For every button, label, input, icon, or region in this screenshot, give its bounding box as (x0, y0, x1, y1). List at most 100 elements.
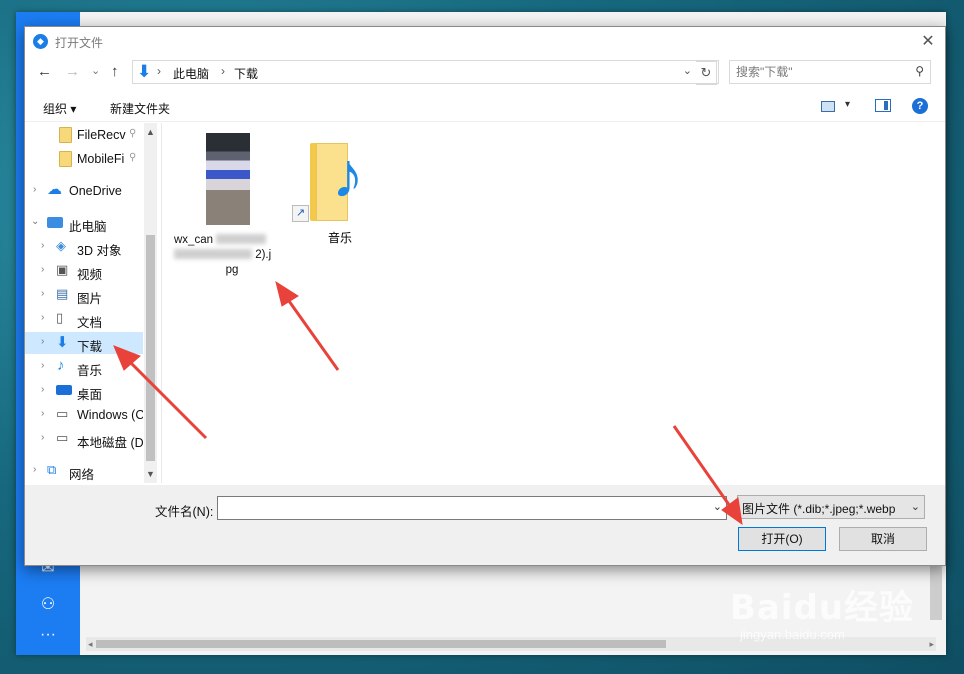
sidebar-item-pictures[interactable]: › ▤ 图片 (25, 284, 143, 306)
music-icon: ♪ (57, 357, 65, 374)
file-name-part: wx_can (174, 234, 213, 246)
breadcrumb-separator: › (157, 64, 161, 78)
sidebar-item-mobilefi[interactable]: MobileFi ⚲ (25, 148, 143, 170)
filename-field[interactable]: ⌄ (217, 496, 727, 520)
background-vertical-scrollbar[interactable] (930, 560, 942, 620)
open-file-dialog: ◆ 打开文件 ✕ ← → ⌄ ↑ ⬇ › 此电脑 › 下载 ⌄ ↻ ⚲ 组织 ▾… (24, 26, 946, 566)
document-icon: ▯ (56, 310, 64, 325)
search-box[interactable]: ⚲ (729, 60, 931, 84)
breadcrumb-separator: › (221, 64, 225, 78)
recent-locations-chevron-icon[interactable]: ⌄ (91, 64, 100, 77)
view-dropdown-icon[interactable]: ▾ (845, 99, 850, 110)
shortcut-arrow-icon: ↗ (292, 205, 309, 222)
search-input[interactable] (734, 63, 908, 81)
sidebar-item-this-pc[interactable]: ⌄ 此电脑 (25, 212, 143, 234)
chevron-down-icon[interactable]: ⌄ (911, 500, 920, 513)
sidebar-item-documents[interactable]: › ▯ 文档 (25, 308, 143, 330)
preview-pane-icon[interactable] (875, 99, 891, 112)
chevron-right-icon[interactable]: › (41, 312, 44, 323)
cancel-button[interactable]: 取消 (839, 527, 927, 551)
file-name: 音乐 (328, 231, 353, 245)
scrollbar-thumb[interactable] (96, 640, 666, 648)
chevron-down-icon[interactable]: ⌄ (713, 500, 722, 513)
watermark-text: Baidu经验 (730, 588, 915, 628)
desktop-icon (56, 385, 72, 395)
dialog-title: 打开文件 (55, 36, 104, 50)
sidebar-item-onedrive[interactable]: › ☁ OneDrive (25, 180, 143, 202)
chevron-down-icon[interactable]: ⌄ (31, 216, 39, 227)
filename-label: 文件名(N): (155, 505, 214, 519)
image-thumbnail (206, 133, 250, 225)
sidebar-item-3d-objects[interactable]: › ◈ 3D 对象 (25, 236, 143, 258)
share-icon[interactable]: ⚇ (38, 594, 58, 614)
scroll-down-icon[interactable]: ▼ (146, 469, 155, 479)
address-bar[interactable]: ⬇ › 此电脑 › 下载 ⌄ (132, 60, 719, 84)
title-bar: ◆ 打开文件 ✕ (25, 27, 945, 57)
download-icon: ⬇ (137, 62, 152, 81)
file-name-part: pg (225, 264, 239, 276)
sidebar-item-filerecv[interactable]: FileRecv ⚲ (25, 124, 143, 146)
video-icon: ▣ (56, 262, 69, 277)
chevron-right-icon[interactable]: › (41, 432, 44, 443)
file-list-area: wx_can 2).j pg ♪ ↗ 音乐 (161, 123, 944, 483)
chevron-right-icon[interactable]: › (41, 360, 44, 371)
organize-menu[interactable]: 组织 ▾ (43, 100, 76, 117)
help-icon[interactable]: ? (912, 98, 928, 114)
scrollbar-thumb[interactable] (146, 235, 155, 461)
chevron-right-icon[interactable]: › (41, 264, 44, 275)
breadcrumb-downloads[interactable]: 下载 (234, 65, 258, 82)
sidebar-item-drive-d[interactable]: › ▭ 本地磁盘 (D (25, 428, 143, 450)
close-icon[interactable]: ✕ (917, 31, 939, 51)
chevron-right-icon[interactable]: › (41, 240, 44, 251)
drive-icon: ▭ (56, 406, 69, 421)
search-icon[interactable]: ⚲ (915, 64, 924, 78)
file-type-select[interactable]: 图片文件 (*.dib;*.jpeg;*.webp ⌄ (737, 495, 925, 519)
app-logo-icon: ◆ (33, 34, 48, 49)
sidebar-item-music[interactable]: › ♪ 音乐 (25, 356, 143, 378)
folder-icon (59, 151, 72, 167)
forward-button[interactable]: → (65, 63, 80, 80)
pin-icon: ⚲ (129, 128, 137, 139)
dialog-footer: 文件名(N): ⌄ 图片文件 (*.dib;*.jpeg;*.webp ⌄ 打开… (25, 485, 945, 565)
download-icon: ⬇ (56, 334, 69, 351)
sidebar-item-videos[interactable]: › ▣ 视频 (25, 260, 143, 282)
drive-icon: ▭ (56, 430, 69, 445)
scroll-up-icon[interactable]: ▲ (146, 127, 155, 137)
new-folder-button[interactable]: 新建文件夹 (110, 100, 170, 117)
baidu-watermark: Baidu经验 jingyan.baidu.com (730, 580, 914, 642)
network-icon: ⧉ (47, 462, 57, 477)
navigation-pane-scrollbar[interactable]: ▲ ▼ (144, 123, 157, 483)
chevron-right-icon[interactable]: › (33, 184, 36, 195)
command-toolbar: 组织 ▾ 新建文件夹 ▾ ? (25, 93, 945, 122)
back-button[interactable]: ← (37, 63, 52, 80)
pictures-icon: ▤ (56, 286, 69, 301)
view-mode-icon[interactable] (821, 101, 835, 112)
cloud-icon: ☁ (47, 181, 62, 198)
sidebar-item-desktop[interactable]: › 桌面 (25, 380, 143, 402)
chevron-right-icon[interactable]: › (41, 288, 44, 299)
chevron-right-icon[interactable]: › (41, 336, 44, 347)
chevron-right-icon[interactable]: › (41, 408, 44, 419)
computer-icon (47, 217, 63, 228)
up-button[interactable]: ↑ (111, 63, 119, 80)
chevron-right-icon[interactable]: › (33, 464, 36, 475)
sidebar-item-drive-c[interactable]: › ▭ Windows (C (25, 404, 143, 426)
file-item-image[interactable]: wx_can 2).j pg (162, 123, 302, 283)
breadcrumb-this-pc[interactable]: 此电脑 (173, 65, 209, 82)
open-button[interactable]: 打开(O) (738, 527, 826, 551)
file-name-part: 2).j (255, 249, 272, 261)
sidebar-item-network[interactable]: › ⧉ 网络 (25, 460, 143, 482)
folder-icon (59, 127, 72, 143)
watermark-url: jingyan.baidu.com (740, 627, 845, 642)
file-type-value: 图片文件 (*.dib;*.jpeg;*.webp (742, 502, 896, 516)
music-icon: ♪ (332, 139, 364, 211)
refresh-button[interactable]: ↻ (696, 61, 717, 85)
cube-icon: ◈ (56, 238, 66, 253)
pin-icon: ⚲ (129, 152, 137, 163)
address-dropdown-icon[interactable]: ⌄ (683, 64, 692, 77)
chevron-right-icon[interactable]: › (41, 384, 44, 395)
more-icon[interactable]: ··· (38, 626, 58, 646)
sidebar-item-downloads[interactable]: › ⬇ 下载 (25, 332, 143, 354)
filename-input[interactable] (222, 499, 706, 519)
navigation-pane: FileRecv ⚲ MobileFi ⚲ › ☁ OneDrive ⌄ 此电脑… (25, 123, 158, 483)
